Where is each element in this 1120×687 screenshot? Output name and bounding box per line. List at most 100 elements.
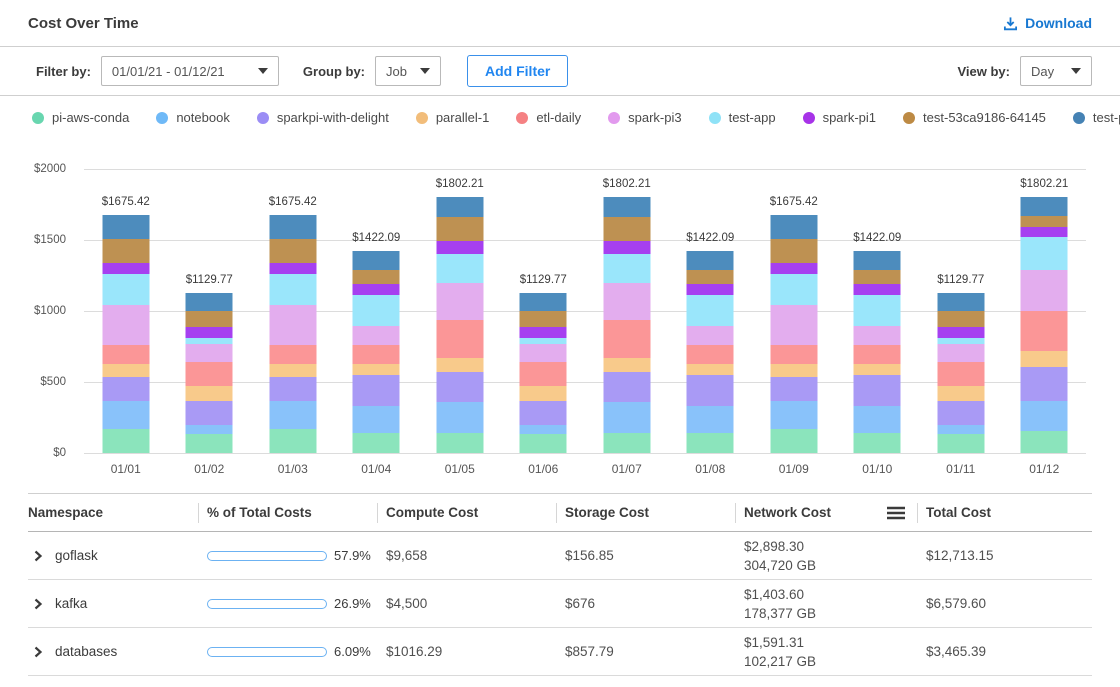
bar-stack[interactable] bbox=[102, 215, 149, 453]
bar-segment-parallel-1[interactable] bbox=[937, 386, 984, 401]
bar-segment-notebook[interactable] bbox=[770, 401, 817, 429]
bar-segment-sparkpi-with-delight[interactable] bbox=[937, 401, 984, 425]
bar-segment-spark-pi3[interactable] bbox=[520, 344, 567, 362]
bar-segment-pi-aws-conda[interactable] bbox=[186, 434, 233, 453]
bar-segment-pi-aws-conda[interactable] bbox=[436, 433, 483, 453]
bar-stack[interactable] bbox=[1021, 197, 1068, 453]
bar-segment-parallel-1[interactable] bbox=[353, 364, 400, 376]
bar-segment-sparkpi-with-delight[interactable] bbox=[269, 377, 316, 401]
legend-item-spark-pi1[interactable]: spark-pi1 bbox=[803, 110, 876, 125]
bar-segment-etl-daily[interactable] bbox=[603, 320, 650, 358]
bar-segment-parallel-1[interactable] bbox=[186, 386, 233, 401]
bar-segment-pi-aws-conda[interactable] bbox=[687, 433, 734, 453]
bar-segment-etl-daily[interactable] bbox=[186, 362, 233, 385]
bar-segment-parallel-1[interactable] bbox=[854, 364, 901, 376]
bar-segment-etl-daily[interactable] bbox=[937, 362, 984, 385]
bar-segment-test-app[interactable] bbox=[854, 295, 901, 326]
bar-segment-etl-daily[interactable] bbox=[353, 345, 400, 364]
bar-segment-notebook[interactable] bbox=[603, 402, 650, 433]
bar-segment-etl-daily[interactable] bbox=[1021, 311, 1068, 350]
bar-segment-parallel-1[interactable] bbox=[269, 364, 316, 377]
bar-segment-spark-pi3[interactable] bbox=[353, 326, 400, 345]
bar-segment-test-53ca9186-64145[interactable] bbox=[102, 239, 149, 263]
bar-segment-parallel-1[interactable] bbox=[770, 364, 817, 377]
bar-segment-parallel-1[interactable] bbox=[520, 386, 567, 401]
date-range-select[interactable]: 01/01/21 - 01/12/21 bbox=[101, 56, 279, 86]
bar-segment-notebook[interactable] bbox=[937, 425, 984, 433]
bar-segment-test-53ca9186-64145[interactable] bbox=[186, 311, 233, 327]
bar-segment-sparkpi-with-delight[interactable] bbox=[186, 401, 233, 425]
bar-segment-parallel-1[interactable] bbox=[1021, 351, 1068, 367]
chevron-right-icon[interactable] bbox=[32, 550, 44, 562]
bar-segment-test-53ca9186-64145[interactable] bbox=[520, 311, 567, 327]
bar-segment-notebook[interactable] bbox=[687, 406, 734, 434]
bar-segment-spark-pi3[interactable] bbox=[436, 283, 483, 320]
bar-segment-test-pkix[interactable] bbox=[353, 251, 400, 270]
bar-segment-pi-aws-conda[interactable] bbox=[353, 433, 400, 453]
bar-segment-notebook[interactable] bbox=[269, 401, 316, 429]
bar-segment-spark-pi1[interactable] bbox=[603, 241, 650, 253]
bar-segment-notebook[interactable] bbox=[353, 406, 400, 434]
bar-segment-spark-pi1[interactable] bbox=[687, 284, 734, 295]
view-by-select[interactable]: Day bbox=[1020, 56, 1092, 86]
legend-item-test-app[interactable]: test-app bbox=[709, 110, 776, 125]
bar-segment-test-pkix[interactable] bbox=[687, 251, 734, 270]
bar-segment-test-53ca9186-64145[interactable] bbox=[436, 217, 483, 241]
bar-segment-sparkpi-with-delight[interactable] bbox=[353, 375, 400, 405]
bar-segment-etl-daily[interactable] bbox=[269, 345, 316, 364]
add-filter-button[interactable]: Add Filter bbox=[467, 55, 568, 87]
bar-segment-pi-aws-conda[interactable] bbox=[520, 434, 567, 453]
legend-item-pi-aws-conda[interactable]: pi-aws-conda bbox=[32, 110, 129, 125]
bar-segment-sparkpi-with-delight[interactable] bbox=[687, 375, 734, 405]
bar-segment-test-53ca9186-64145[interactable] bbox=[770, 239, 817, 263]
bar-segment-notebook[interactable] bbox=[102, 401, 149, 429]
bar-segment-sparkpi-with-delight[interactable] bbox=[1021, 367, 1068, 401]
bar-stack[interactable] bbox=[770, 215, 817, 453]
bar-segment-sparkpi-with-delight[interactable] bbox=[436, 372, 483, 402]
bar-segment-test-app[interactable] bbox=[269, 274, 316, 305]
bar-stack[interactable] bbox=[687, 251, 734, 453]
bar-segment-notebook[interactable] bbox=[186, 425, 233, 433]
bar-segment-test-app[interactable] bbox=[687, 295, 734, 326]
bar-segment-etl-daily[interactable] bbox=[687, 345, 734, 364]
bar-segment-pi-aws-conda[interactable] bbox=[102, 429, 149, 453]
bar-segment-spark-pi1[interactable] bbox=[353, 284, 400, 295]
bar-segment-etl-daily[interactable] bbox=[520, 362, 567, 385]
bar-segment-spark-pi1[interactable] bbox=[269, 263, 316, 273]
legend-item-notebook[interactable]: notebook bbox=[156, 110, 230, 125]
bar-segment-test-pkix[interactable] bbox=[186, 293, 233, 311]
bar-segment-parallel-1[interactable] bbox=[603, 358, 650, 372]
legend-item-etl-daily[interactable]: etl-daily bbox=[516, 110, 581, 125]
bar-segment-parallel-1[interactable] bbox=[436, 358, 483, 372]
bar-segment-spark-pi3[interactable] bbox=[269, 305, 316, 345]
bar-segment-test-pkix[interactable] bbox=[1021, 197, 1068, 216]
bar-segment-test-pkix[interactable] bbox=[603, 197, 650, 217]
bar-segment-notebook[interactable] bbox=[436, 402, 483, 433]
bar-segment-spark-pi3[interactable] bbox=[854, 326, 901, 345]
group-by-select[interactable]: Job bbox=[375, 56, 441, 86]
bar-segment-notebook[interactable] bbox=[854, 406, 901, 434]
bar-segment-spark-pi1[interactable] bbox=[1021, 227, 1068, 238]
bar-segment-sparkpi-with-delight[interactable] bbox=[102, 377, 149, 401]
bar-segment-test-53ca9186-64145[interactable] bbox=[937, 311, 984, 327]
bar-segment-notebook[interactable] bbox=[520, 425, 567, 433]
bar-segment-pi-aws-conda[interactable] bbox=[854, 433, 901, 453]
bar-stack[interactable] bbox=[269, 215, 316, 453]
chevron-right-icon[interactable] bbox=[32, 646, 44, 658]
legend-item-parallel-1[interactable]: parallel-1 bbox=[416, 110, 489, 125]
bar-segment-spark-pi1[interactable] bbox=[937, 327, 984, 338]
bar-segment-test-pkix[interactable] bbox=[937, 293, 984, 311]
bar-segment-notebook[interactable] bbox=[1021, 401, 1068, 432]
bar-segment-etl-daily[interactable] bbox=[770, 345, 817, 364]
bar-segment-spark-pi3[interactable] bbox=[603, 283, 650, 320]
bar-segment-spark-pi3[interactable] bbox=[186, 344, 233, 362]
bar-segment-spark-pi3[interactable] bbox=[937, 344, 984, 362]
bar-segment-test-53ca9186-64145[interactable] bbox=[353, 270, 400, 284]
bar-segment-spark-pi1[interactable] bbox=[770, 263, 817, 273]
bar-segment-spark-pi3[interactable] bbox=[687, 326, 734, 345]
legend-item-spark-pi3[interactable]: spark-pi3 bbox=[608, 110, 681, 125]
bar-segment-sparkpi-with-delight[interactable] bbox=[770, 377, 817, 401]
bar-segment-test-53ca9186-64145[interactable] bbox=[269, 239, 316, 263]
bar-segment-test-53ca9186-64145[interactable] bbox=[854, 270, 901, 284]
bar-segment-test-pkix[interactable] bbox=[436, 197, 483, 217]
